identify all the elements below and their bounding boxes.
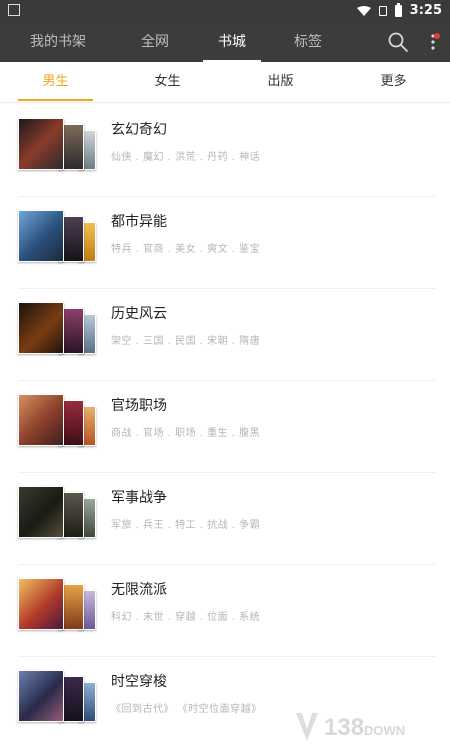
book-cover xyxy=(18,670,64,722)
category-title: 官场职场 xyxy=(111,398,167,414)
top-nav: 我的书架 全网 书城 标签 xyxy=(0,22,450,62)
book-covers xyxy=(18,210,96,268)
book-covers xyxy=(18,578,96,636)
category-tags: 架空 . 三国 . 民国 . 宋朝 . 隋唐 xyxy=(111,336,261,347)
category-tags: 特兵 . 官商 . 美女 . 爽文 . 鉴宝 xyxy=(111,244,261,255)
category-tags: 《回到古代》 《时空位面穿越》 xyxy=(111,704,262,715)
watermark-text: 138DOWN xyxy=(324,714,406,741)
book-covers xyxy=(18,118,96,176)
status-bar: 3:25 xyxy=(0,0,450,22)
notification-icon xyxy=(8,4,20,16)
tab-all-web[interactable]: 全网 xyxy=(125,22,185,62)
category-tags: 商战 . 官场 . 职场 . 重生 . 腹黑 xyxy=(111,428,261,439)
notification-dot xyxy=(434,33,440,39)
book-cover xyxy=(18,210,64,262)
book-cover xyxy=(18,118,64,170)
book-cover xyxy=(18,394,64,446)
category-title: 时空穿梭 xyxy=(111,674,167,690)
book-cover xyxy=(18,578,64,630)
tab-bookshelf[interactable]: 我的书架 xyxy=(18,22,98,62)
category-tags: 科幻 . 末世 . 穿越 . 位面 . 系统 xyxy=(111,612,261,623)
category-item[interactable]: 都市异能 特兵 . 官商 . 美女 . 爽文 . 鉴宝 xyxy=(18,196,436,289)
tab-tags[interactable]: 标签 xyxy=(278,22,338,62)
watermark-logo-icon xyxy=(296,713,318,741)
battery-icon xyxy=(394,2,402,17)
category-item[interactable]: 官场职场 商战 . 官场 . 职场 . 重生 . 腹黑 xyxy=(18,380,436,473)
book-covers xyxy=(18,394,96,452)
watermark: 138DOWN xyxy=(294,708,444,748)
book-covers xyxy=(18,486,96,544)
category-item[interactable]: 玄幻奇幻 仙侠 . 魔幻 . 洪荒 . 丹药 . 神话 xyxy=(18,104,436,197)
category-title: 玄幻奇幻 xyxy=(111,122,167,138)
book-covers xyxy=(18,670,96,728)
more-options-icon[interactable] xyxy=(422,31,444,53)
book-cover xyxy=(18,302,64,354)
wifi-icon xyxy=(356,5,371,16)
category-item[interactable]: 历史风云 架空 . 三国 . 民国 . 宋朝 . 隋唐 xyxy=(18,288,436,381)
category-title: 都市异能 xyxy=(111,214,167,230)
subtab-female[interactable]: 女生 xyxy=(130,62,205,102)
search-icon[interactable] xyxy=(387,31,409,53)
category-tags: 仙侠 . 魔幻 . 洪荒 . 丹药 . 神话 xyxy=(111,152,261,163)
sim-icon xyxy=(378,5,387,16)
sub-tabs: 男生 女生 出版 更多 xyxy=(0,62,450,103)
tab-bookstore[interactable]: 书城 xyxy=(203,22,261,62)
category-title: 历史风云 xyxy=(111,306,167,322)
subtab-more[interactable]: 更多 xyxy=(356,62,431,102)
book-cover xyxy=(18,486,64,538)
book-covers xyxy=(18,302,96,360)
subtab-publishing[interactable]: 出版 xyxy=(243,62,318,102)
category-item[interactable]: 无限流派 科幻 . 末世 . 穿越 . 位面 . 系统 xyxy=(18,564,436,657)
status-time: 3:25 xyxy=(409,3,442,18)
category-title: 无限流派 xyxy=(111,582,167,598)
category-title: 军事战争 xyxy=(111,490,167,506)
category-tags: 军旅 . 兵王 . 特工 . 抗战 . 争霸 xyxy=(111,520,261,531)
subtab-indicator xyxy=(18,99,93,101)
subtab-male[interactable]: 男生 xyxy=(18,62,93,102)
category-item[interactable]: 军事战争 军旅 . 兵王 . 特工 . 抗战 . 争霸 xyxy=(18,472,436,565)
status-icons: 3:25 xyxy=(356,2,442,18)
